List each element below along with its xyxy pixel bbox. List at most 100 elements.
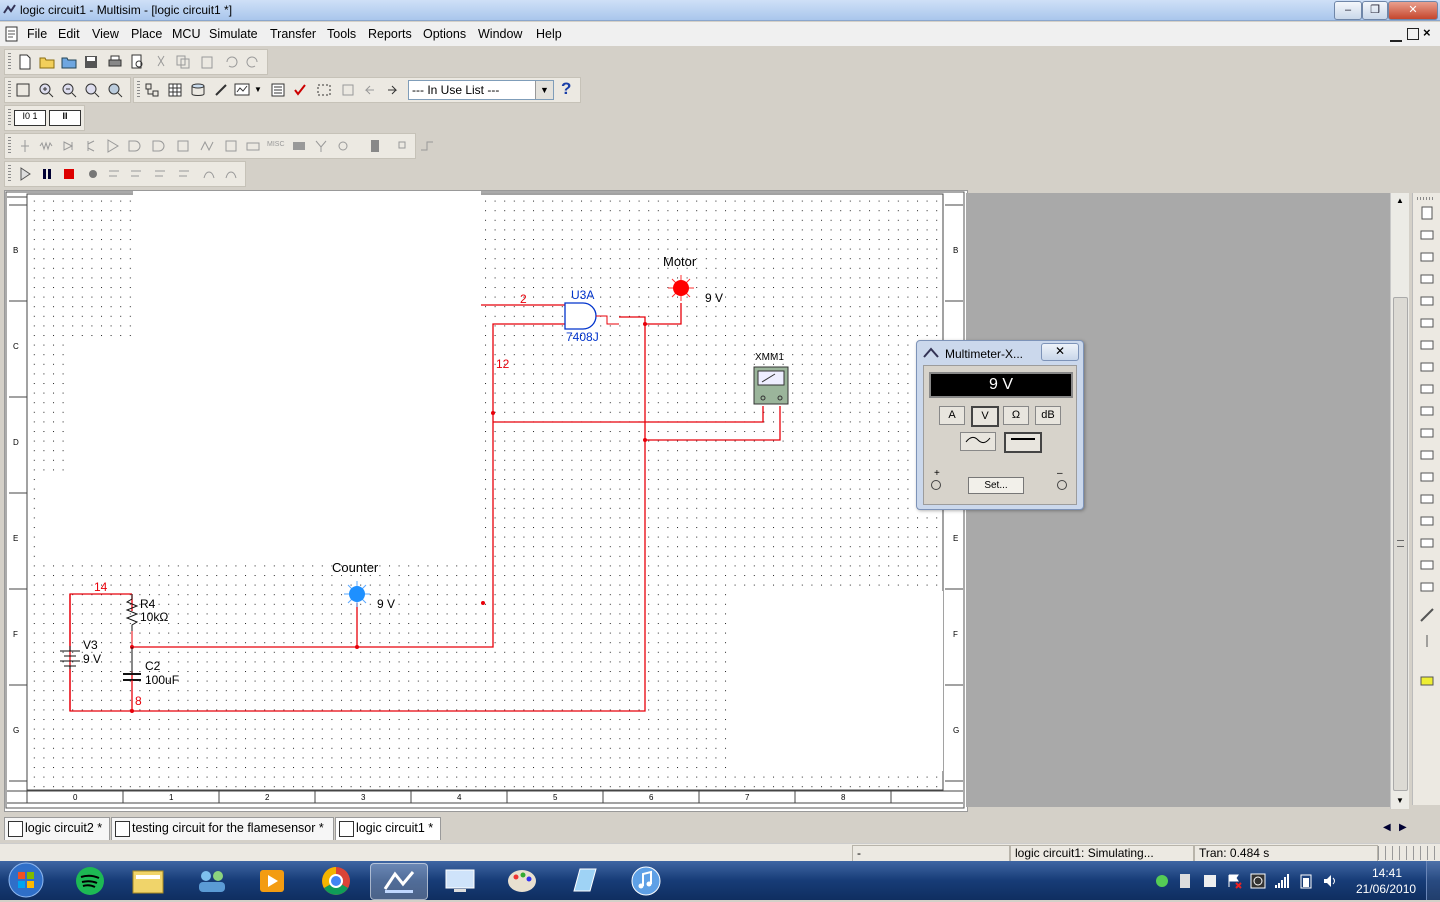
sim-pause-switch-icon[interactable]: II — [49, 110, 81, 126]
pause-icon[interactable] — [39, 166, 55, 182]
in-use-list-select[interactable]: --- In Use List --- ▼ — [408, 80, 554, 100]
explorer-taskbar-button[interactable] — [120, 863, 176, 898]
new-file-icon[interactable] — [17, 54, 33, 70]
print-preview-icon[interactable] — [129, 54, 145, 70]
menu-options[interactable]: Options — [423, 27, 466, 41]
hierarchical-block-icon[interactable] — [397, 138, 413, 154]
toolbar-grip[interactable] — [8, 53, 11, 71]
sim-run-switch-icon[interactable]: I0 1 — [14, 110, 46, 126]
zoom-fit-icon[interactable] — [107, 82, 123, 98]
place-indicator-icon[interactable] — [223, 138, 239, 154]
database-manager-icon[interactable] — [190, 82, 206, 98]
toolbar-grip[interactable] — [8, 165, 11, 183]
menu-help[interactable]: Help — [536, 27, 562, 41]
multisim-taskbar-button[interactable] — [370, 863, 428, 900]
tray-wifi-signal-icon[interactable] — [1274, 873, 1290, 889]
mdi-minimize-button[interactable] — [1390, 28, 1402, 42]
menu-simulate[interactable]: Simulate — [209, 27, 258, 41]
toolbar-grip[interactable] — [8, 137, 11, 155]
menu-place[interactable]: Place — [131, 27, 162, 41]
toolbar-grip[interactable] — [1417, 197, 1435, 200]
spreadsheet-view-icon[interactable] — [167, 82, 183, 98]
agilent-generator-icon[interactable] — [1419, 513, 1435, 529]
voltmeter-mode-button[interactable]: V — [971, 406, 999, 427]
place-rf-icon[interactable] — [313, 138, 329, 154]
multimeter-symbol[interactable] — [753, 366, 789, 405]
tray-network-app-icon[interactable] — [1154, 873, 1170, 889]
toolbar-grip[interactable] — [137, 81, 140, 99]
place-electromechanical-icon[interactable] — [335, 138, 351, 154]
step-icon[interactable] — [107, 166, 123, 182]
grapher-dropdown-icon[interactable]: ▼ — [254, 85, 262, 94]
mdi-close-button[interactable]: × — [1423, 25, 1431, 40]
menu-reports[interactable]: Reports — [368, 27, 412, 41]
minimize-button[interactable]: – — [1334, 1, 1362, 20]
place-cmos-icon[interactable] — [151, 138, 167, 154]
mdi-restore-button[interactable] — [1407, 28, 1419, 40]
clock-time[interactable]: 14:41 — [1372, 866, 1402, 880]
cut-icon[interactable] — [153, 54, 169, 70]
windows-start-icon[interactable] — [4, 861, 48, 900]
vertical-scrollbar[interactable]: ▲ ▼ — [1390, 193, 1409, 809]
stop-icon[interactable] — [61, 166, 77, 182]
tab-scroll-left-icon[interactable]: ◀ — [1383, 822, 1391, 833]
zoom-area-icon[interactable] — [84, 82, 100, 98]
frequency-counter-icon[interactable] — [1419, 337, 1435, 353]
itunes-taskbar-button[interactable] — [618, 863, 674, 898]
menu-edit[interactable]: Edit — [58, 27, 80, 41]
decibel-mode-button[interactable]: dB — [1035, 406, 1061, 425]
tray-volume-icon[interactable] — [1322, 873, 1338, 889]
notepad-taskbar-button[interactable] — [556, 863, 612, 898]
redo-icon[interactable] — [245, 54, 261, 70]
run-icon[interactable] — [17, 166, 33, 182]
component-wizard-icon[interactable] — [213, 82, 229, 98]
step-out-icon[interactable] — [177, 166, 193, 182]
scrollbar-thumb[interactable] — [1393, 297, 1408, 791]
dc-mode-button[interactable] — [1004, 432, 1042, 453]
help-icon[interactable]: ? — [561, 79, 571, 99]
step-over-icon[interactable] — [153, 166, 169, 182]
oscilloscope-icon[interactable] — [1419, 271, 1435, 287]
document-icon[interactable] — [4, 26, 20, 42]
place-ttl-icon[interactable] — [127, 138, 143, 154]
paint-taskbar-button[interactable] — [494, 863, 550, 898]
menu-transfer[interactable]: Transfer — [270, 27, 316, 41]
full-screen-icon[interactable] — [15, 82, 31, 98]
tab-logic-circuit2[interactable]: logic circuit2 * — [4, 817, 110, 840]
restore-button[interactable]: ❐ — [1362, 1, 1388, 20]
ohmmeter-mode-button[interactable]: Ω — [1003, 406, 1029, 425]
logic-analyzer-icon[interactable] — [1419, 381, 1435, 397]
design-toolbox-icon[interactable] — [144, 82, 160, 98]
multimeter-window[interactable]: Multimeter-X... ✕ 9 V A V Ω dB + – Set..… — [916, 340, 1084, 510]
spectrum-analyzer-icon[interactable] — [1419, 469, 1435, 485]
undo-icon[interactable] — [223, 54, 239, 70]
four-channel-oscilloscope-icon[interactable] — [1419, 293, 1435, 309]
zoom-in-icon[interactable] — [38, 82, 54, 98]
open-sample-icon[interactable] — [61, 54, 77, 70]
labview-instrument-icon[interactable] — [1419, 633, 1435, 649]
wattmeter-icon[interactable] — [1419, 249, 1435, 265]
zoom-out-icon[interactable] — [61, 82, 77, 98]
tektronix-oscilloscope-icon[interactable] — [1419, 579, 1435, 595]
chevron-down-icon[interactable]: ▼ — [535, 81, 553, 99]
bode-plotter-icon[interactable] — [1419, 315, 1435, 331]
negative-terminal-icon[interactable] — [1057, 480, 1067, 490]
close-button[interactable]: ✕ — [1388, 1, 1438, 20]
clock-date[interactable]: 21/06/2010 — [1356, 882, 1416, 896]
spotify-taskbar-button[interactable] — [62, 863, 118, 898]
agilent-oscilloscope-icon[interactable] — [1419, 557, 1435, 573]
place-source-icon[interactable] — [17, 138, 33, 154]
select-region-icon[interactable] — [316, 82, 332, 98]
menu-file[interactable]: File — [27, 27, 47, 41]
remote-desktop-taskbar-button[interactable] — [432, 863, 488, 898]
bus-icon[interactable] — [419, 138, 435, 154]
tab-logic-circuit1[interactable]: logic circuit1 * — [335, 817, 441, 840]
record-icon[interactable] — [85, 166, 101, 182]
place-transistor-icon[interactable] — [83, 138, 99, 154]
media-player-taskbar-button[interactable] — [244, 863, 300, 898]
scroll-down-arrow-icon[interactable]: ▼ — [1396, 796, 1404, 805]
toolbar-grip[interactable] — [8, 109, 11, 127]
open-folder-icon[interactable] — [39, 54, 55, 70]
tray-battery-icon[interactable] — [1298, 873, 1314, 889]
place-basic-icon[interactable] — [39, 138, 55, 154]
